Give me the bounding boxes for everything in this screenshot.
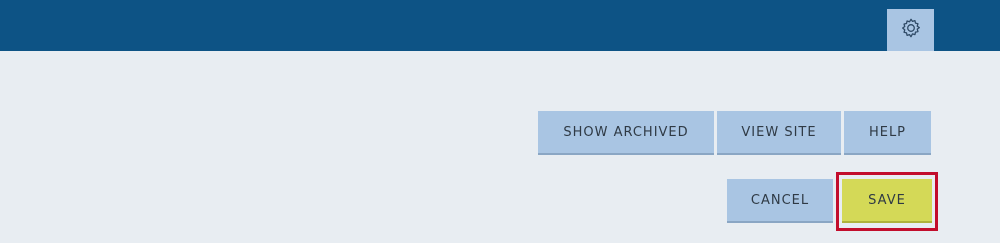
view-site-button[interactable]: VIEW SITE [717, 111, 841, 155]
help-button[interactable]: HELP [844, 111, 931, 155]
top-bar [0, 0, 1000, 51]
save-button[interactable]: SAVE [842, 179, 932, 223]
show-archived-button[interactable]: SHOW ARCHIVED [538, 111, 714, 155]
gear-icon [900, 17, 922, 43]
cancel-button[interactable]: CANCEL [727, 179, 833, 223]
settings-button[interactable] [887, 9, 934, 51]
